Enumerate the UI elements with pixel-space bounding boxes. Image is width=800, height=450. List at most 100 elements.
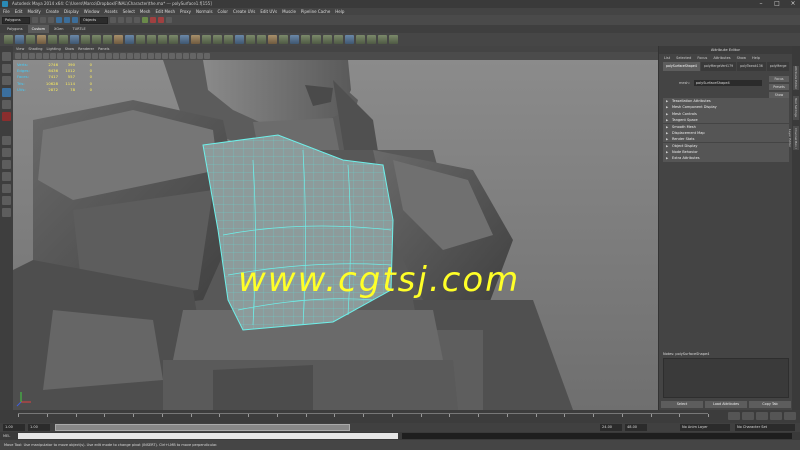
- render-settings-icon[interactable]: [166, 17, 172, 23]
- 2d-pan-icon[interactable]: [43, 53, 49, 59]
- exposure-icon[interactable]: [204, 53, 210, 59]
- lock-camera-icon[interactable]: [22, 53, 28, 59]
- play-icon[interactable]: [756, 412, 768, 420]
- delete-history-shelf-icon[interactable]: [334, 35, 343, 44]
- section-render-stats[interactable]: Render Stats: [663, 136, 789, 143]
- grease-pencil-icon[interactable]: [50, 53, 56, 59]
- extrude-shelf-icon[interactable]: [191, 35, 200, 44]
- character-set-dropdown[interactable]: No Character Set: [735, 424, 795, 431]
- outliner-layout-icon[interactable]: [2, 208, 11, 217]
- last-tool-icon[interactable]: [2, 136, 11, 145]
- cylindrical-map-shelf-icon[interactable]: [367, 35, 376, 44]
- menu-item-pipeline-cache[interactable]: Pipeline Cache: [301, 8, 330, 15]
- select-by-hierarchy-icon[interactable]: [56, 17, 62, 23]
- textured-icon[interactable]: [127, 53, 133, 59]
- select-tool-icon[interactable]: [2, 52, 11, 61]
- range-slider[interactable]: [55, 424, 350, 431]
- menu-item-create[interactable]: Create: [46, 8, 59, 15]
- paint-select-tool-icon[interactable]: [2, 76, 11, 85]
- separate-shelf-icon[interactable]: [81, 35, 90, 44]
- menu-item-mesh[interactable]: Mesh: [140, 8, 151, 15]
- new-scene-icon[interactable]: [32, 17, 38, 23]
- section-smooth-mesh[interactable]: Smooth Mesh: [663, 123, 789, 130]
- wireframe-icon[interactable]: [106, 53, 112, 59]
- go-to-end-icon[interactable]: [784, 412, 796, 420]
- lasso-tool-icon[interactable]: [2, 64, 11, 73]
- objects-dropdown[interactable]: Objects: [80, 16, 108, 24]
- anti-aliasing-icon[interactable]: [155, 53, 161, 59]
- torus-shelf-icon[interactable]: [59, 35, 68, 44]
- camera-icon[interactable]: [15, 53, 21, 59]
- menu-item-display[interactable]: Display: [64, 8, 79, 15]
- shelf-tab-polygons[interactable]: Polygons: [3, 25, 27, 33]
- depth-of-field-icon[interactable]: [162, 53, 168, 59]
- menu-item-file[interactable]: File: [3, 8, 10, 15]
- quad-draw-shelf-icon[interactable]: [235, 35, 244, 44]
- menu-item-help[interactable]: Help: [335, 8, 344, 15]
- step-back-icon[interactable]: [742, 412, 754, 420]
- ambient-occlusion-icon[interactable]: [148, 53, 154, 59]
- move-tool-icon[interactable]: [2, 88, 11, 97]
- ae-menu-attributes[interactable]: Attributes: [713, 54, 730, 62]
- open-scene-icon[interactable]: [40, 17, 46, 23]
- plane-shelf-icon[interactable]: [48, 35, 57, 44]
- ae-menu-list[interactable]: List: [664, 54, 670, 62]
- menu-item-create-uvs[interactable]: Create UVs: [233, 8, 255, 15]
- go-to-start-icon[interactable]: [728, 412, 740, 420]
- grid-icon[interactable]: [57, 53, 63, 59]
- planar-map-shelf-icon[interactable]: [356, 35, 365, 44]
- scale-tool-icon[interactable]: [2, 112, 11, 121]
- lights-icon[interactable]: [134, 53, 140, 59]
- snap-point-icon[interactable]: [126, 17, 132, 23]
- isolate-icon[interactable]: [169, 53, 175, 59]
- shelf-tab-turtle[interactable]: TURTLE: [68, 25, 89, 33]
- menu-item-color[interactable]: Color: [218, 8, 228, 15]
- xray-joints-icon[interactable]: [183, 53, 189, 59]
- ae-tab[interactable]: polyMergeVert179: [700, 62, 737, 71]
- select-by-object-icon[interactable]: [64, 17, 70, 23]
- menu-item-edit-mesh[interactable]: Edit Mesh: [155, 8, 175, 15]
- shadows-icon[interactable]: [141, 53, 147, 59]
- ae-menu-show[interactable]: Show: [737, 54, 746, 62]
- section-mesh-component-display[interactable]: Mesh Component Display: [663, 104, 789, 111]
- bridge-shelf-icon[interactable]: [136, 35, 145, 44]
- freeze-shelf-icon[interactable]: [323, 35, 332, 44]
- uv-editor-shelf-icon[interactable]: [257, 35, 266, 44]
- resolution-gate-icon[interactable]: [71, 53, 77, 59]
- anim-layer-dropdown[interactable]: No Anim Layer: [680, 424, 730, 431]
- step-forward-icon[interactable]: [770, 412, 782, 420]
- insert-loop-shelf-icon[interactable]: [169, 35, 178, 44]
- xray-components-icon[interactable]: [190, 53, 196, 59]
- auto-map-shelf-icon[interactable]: [389, 35, 398, 44]
- minimize-icon[interactable]: –: [756, 0, 766, 8]
- spherical-map-shelf-icon[interactable]: [378, 35, 387, 44]
- menu-set-dropdown[interactable]: Polygons: [2, 16, 30, 24]
- target-weld-shelf-icon[interactable]: [224, 35, 233, 44]
- gate-mask-icon[interactable]: [78, 53, 84, 59]
- select-button[interactable]: Select: [661, 401, 703, 408]
- notes-field[interactable]: [663, 358, 789, 398]
- hypershade-layout-icon[interactable]: [2, 196, 11, 205]
- ae-menu-help[interactable]: Help: [752, 54, 760, 62]
- film-gate-icon[interactable]: [64, 53, 70, 59]
- end-time-field[interactable]: 48.00: [625, 424, 647, 431]
- section-tangent-space[interactable]: Tangent Space: [663, 117, 789, 124]
- ae-tab[interactable]: polyMerge: [766, 62, 790, 71]
- section-node-behavior[interactable]: Node Behavior: [663, 149, 789, 155]
- command-input[interactable]: [18, 433, 398, 439]
- field-chart-icon[interactable]: [85, 53, 91, 59]
- side-tab-channel-box-layer-editor[interactable]: Channel Box / Layer Editor: [788, 126, 799, 150]
- side-tab-tool-settings[interactable]: Tool Settings: [793, 96, 799, 120]
- snap-grid-icon[interactable]: [110, 17, 116, 23]
- rotate-tool-icon[interactable]: [2, 100, 11, 109]
- snap-surface-icon[interactable]: [134, 17, 140, 23]
- offset-loop-shelf-icon[interactable]: [180, 35, 189, 44]
- soften-shelf-icon[interactable]: [290, 35, 299, 44]
- section-extra-attributes[interactable]: Extra Attributes: [663, 155, 789, 162]
- transfer-shelf-icon[interactable]: [268, 35, 277, 44]
- shelf-tab-custom[interactable]: Custom: [27, 25, 49, 33]
- shelf-tab-xgen[interactable]: XGen: [50, 25, 67, 33]
- menu-item-select[interactable]: Select: [123, 8, 135, 15]
- safe-title-icon[interactable]: [99, 53, 105, 59]
- boolean-shelf-icon[interactable]: [114, 35, 123, 44]
